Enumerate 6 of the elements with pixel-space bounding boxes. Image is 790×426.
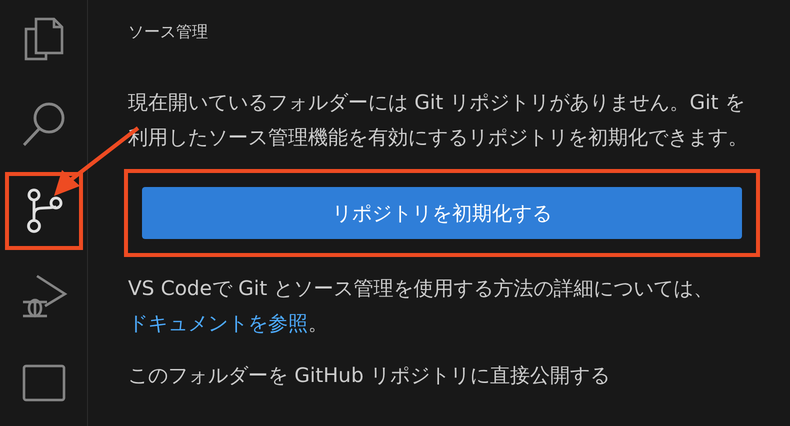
publish-text: このフォルダーを GitHub リポジトリに直接公開する <box>128 362 612 389</box>
square-icon <box>20 363 66 403</box>
panel-title: ソース管理 <box>128 22 209 43</box>
docs-sentence: VS Codeで Git とソース管理を使用する方法の詳細については、 ドキュメントを参照。 <box>128 275 715 337</box>
initialize-repository-button[interactable]: リポジトリを初期化する <box>142 187 742 239</box>
docs-link[interactable]: ドキュメントを参照 <box>128 311 308 335</box>
